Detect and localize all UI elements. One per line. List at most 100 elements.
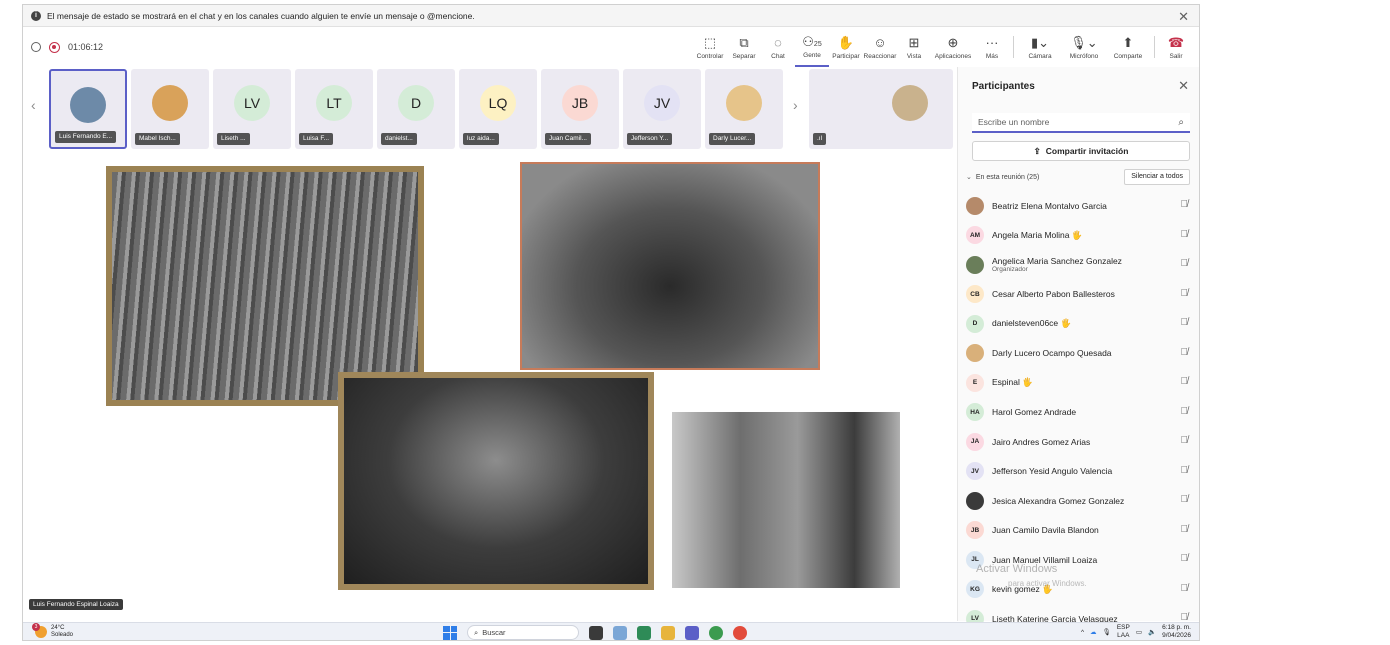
- share-invite-button[interactable]: ⇪ Compartir invitación: [972, 141, 1190, 161]
- share-button[interactable]: ⬆ Comparte: [1106, 27, 1150, 67]
- mic-off-icon[interactable]: 🎙̸: [1181, 376, 1189, 387]
- video-tile[interactable]: Luis Fernando E...: [49, 69, 127, 149]
- avatar: [966, 255, 984, 274]
- more-button[interactable]: ··· Más: [975, 27, 1009, 67]
- participant-row[interactable]: Beatriz Elena Montalvo Garcia 🎙̸: [966, 191, 1194, 221]
- participant-row[interactable]: HA Harol Gomez Andrade 🎙̸: [966, 398, 1194, 428]
- mic-off-icon[interactable]: 🎙̸: [1181, 406, 1189, 417]
- mic-button[interactable]: 🎙⌄ Micrófono: [1062, 27, 1106, 67]
- apps-button[interactable]: ⊕ Aplicaciones: [931, 27, 975, 67]
- react-button[interactable]: ☺ Reaccionar: [863, 27, 897, 67]
- toolbar-divider: [1013, 36, 1014, 58]
- raise-hand-button[interactable]: ✋ Participar: [829, 27, 863, 67]
- taskbar-search[interactable]: ⌕ Buscar: [467, 625, 579, 640]
- leave-button[interactable]: ☎ Salir: [1159, 27, 1193, 67]
- mic-off-icon[interactable]: 🎙̸: [1181, 288, 1189, 299]
- task-view-icon[interactable]: [589, 625, 603, 640]
- search-input[interactable]: Escribe un nombre ⌕: [972, 113, 1190, 133]
- participant-name: Espinal 🖐: [992, 377, 1033, 388]
- mic-off-icon[interactable]: 🎙̸: [1181, 524, 1189, 535]
- video-tile[interactable]: Mabel Isch...: [131, 69, 209, 149]
- mic-off-icon[interactable]: 🎙̸: [1181, 583, 1189, 594]
- video-tile[interactable]: LT Luisa F...: [295, 69, 373, 149]
- participant-row[interactable]: JV Jefferson Yesid Angulo Valencia 🎙̸: [966, 457, 1194, 487]
- weather-desc: Soleado: [51, 632, 74, 638]
- avatar: D: [966, 314, 984, 333]
- start-icon[interactable]: [443, 625, 457, 640]
- avatar: JV: [966, 462, 984, 481]
- view-button[interactable]: ⊞ Vista: [897, 27, 931, 67]
- mic-off-icon[interactable]: 🎙̸: [1181, 465, 1189, 476]
- video-tile[interactable]: Darly Lucer...: [705, 69, 783, 149]
- weather-widget[interactable]: 3 24°C Soleado: [32, 623, 74, 639]
- search-placeholder: Escribe un nombre: [978, 117, 1050, 127]
- mic-off-icon[interactable]: 🎙̸: [1181, 494, 1189, 505]
- view-icon: ⊞: [908, 34, 920, 50]
- search-icon: ⌕: [474, 627, 479, 637]
- mic-off-icon[interactable]: 🎙̸: [1181, 553, 1189, 564]
- participant-row[interactable]: JB Juan Camilo Davila Blandon 🎙̸: [966, 516, 1194, 546]
- camera-off-icon: ▮⌄: [1030, 34, 1050, 50]
- section-label: En esta reunión (25): [975, 173, 1040, 181]
- participant-row[interactable]: CB Cesar Alberto Pabon Ballesteros 🎙̸: [966, 280, 1194, 310]
- close-panel-icon[interactable]: ✕: [1178, 78, 1189, 94]
- video-tile[interactable]: LV Liseth ...: [213, 69, 291, 149]
- video-tile[interactable]: JV Jefferson Y...: [623, 69, 701, 149]
- participant-row[interactable]: JA Jairo Andres Gomez Arias 🎙̸: [966, 427, 1194, 457]
- video-tile[interactable]: LQ luz aida...: [459, 69, 537, 149]
- network-icon[interactable]: ▭: [1136, 628, 1142, 636]
- mute-all-button[interactable]: Silenciar a todos: [1124, 169, 1190, 185]
- video-tile[interactable]: .ıl: [809, 69, 953, 149]
- chevron-up-icon[interactable]: ^: [1081, 629, 1084, 636]
- activation-watermark-sub: para activar Windows.: [1008, 579, 1087, 588]
- mic-off-icon[interactable]: 🎙̸: [1181, 347, 1189, 358]
- participant-row[interactable]: AM Angela Maria Molina 🖐 🎙̸: [966, 221, 1194, 251]
- close-banner-icon[interactable]: ✕: [1178, 9, 1189, 25]
- widgets-icon[interactable]: [613, 625, 627, 640]
- avatar: [726, 85, 762, 121]
- windows-taskbar: 3 24°C Soleado ⌕ Buscar ^ ☁ 🎙 ESP LAA ▭ 🔈 6…: [23, 622, 1199, 640]
- onedrive-icon[interactable]: ☁: [1090, 628, 1097, 636]
- video-tile[interactable]: JB Juan Camil...: [541, 69, 619, 149]
- status-banner: i El mensaje de estado se mostrará en el…: [23, 5, 1199, 27]
- chat-app-icon[interactable]: [709, 625, 723, 640]
- chevron-right-icon[interactable]: ›: [793, 97, 798, 113]
- mic-off-icon[interactable]: 🎙̸: [1181, 199, 1189, 210]
- participant-row[interactable]: Ddanielsteven06ce 🖐 🎙̸: [966, 309, 1194, 339]
- chrome-icon[interactable]: [733, 625, 747, 640]
- people-button[interactable]: ⚇25 Gente: [795, 27, 829, 67]
- participant-name: Beatriz Elena Montalvo Garcia: [992, 200, 1107, 211]
- pop-out-button[interactable]: ⧉ Separar: [727, 27, 761, 67]
- teams-icon[interactable]: [685, 625, 699, 640]
- historic-photo: [672, 412, 900, 588]
- edge-icon[interactable]: [637, 625, 651, 640]
- people-icon: ⚇: [802, 33, 814, 49]
- mic-off-icon[interactable]: 🎙̸: [1181, 229, 1189, 240]
- mic-tray-icon[interactable]: 🎙: [1103, 628, 1111, 636]
- volume-icon[interactable]: 🔈: [1148, 628, 1156, 636]
- in-meeting-section[interactable]: ⌄ En esta reunión (25) Silenciar a todos: [966, 169, 1190, 185]
- mic-off-icon[interactable]: 🎙̸: [1181, 317, 1189, 328]
- lang-top: ESP: [1116, 624, 1130, 631]
- video-tile[interactable]: D danielst...: [377, 69, 455, 149]
- tile-name: Mabel Isch...: [135, 133, 180, 145]
- leave-icon: ☎: [1167, 34, 1185, 50]
- participant-row[interactable]: Angelica Maria Sanchez Gonzalez Organizad…: [966, 250, 1194, 280]
- share-invite-label: Compartir invitación: [1045, 146, 1129, 156]
- participant-row[interactable]: Jesica Alexandra Gomez Gonzalez 🎙̸: [966, 486, 1194, 516]
- participant-row[interactable]: E Espinal 🖐 🎙̸: [966, 368, 1194, 398]
- file-explorer-icon[interactable]: [661, 625, 675, 640]
- avatar: LV: [234, 85, 270, 121]
- mic-off-icon[interactable]: 🎙̸: [1181, 258, 1189, 269]
- more-icon: ···: [985, 34, 999, 50]
- historic-photo: [106, 166, 424, 406]
- chevron-left-icon[interactable]: ‹: [31, 97, 36, 113]
- participant-row[interactable]: Darly Lucero Ocampo Quesada 🎙̸: [966, 339, 1194, 369]
- avatar: JA: [966, 432, 984, 451]
- camera-button[interactable]: ▮⌄ Cámara: [1018, 27, 1062, 67]
- control-button[interactable]: ⬚ Controlar: [693, 27, 727, 67]
- mic-off-icon[interactable]: 🎙̸: [1181, 435, 1189, 446]
- chat-button[interactable]: ◌ Chat: [761, 27, 795, 67]
- presenter-name: Luis Fernando Espinal Loaiza: [29, 599, 123, 610]
- tile-signal: .ıl: [813, 133, 827, 145]
